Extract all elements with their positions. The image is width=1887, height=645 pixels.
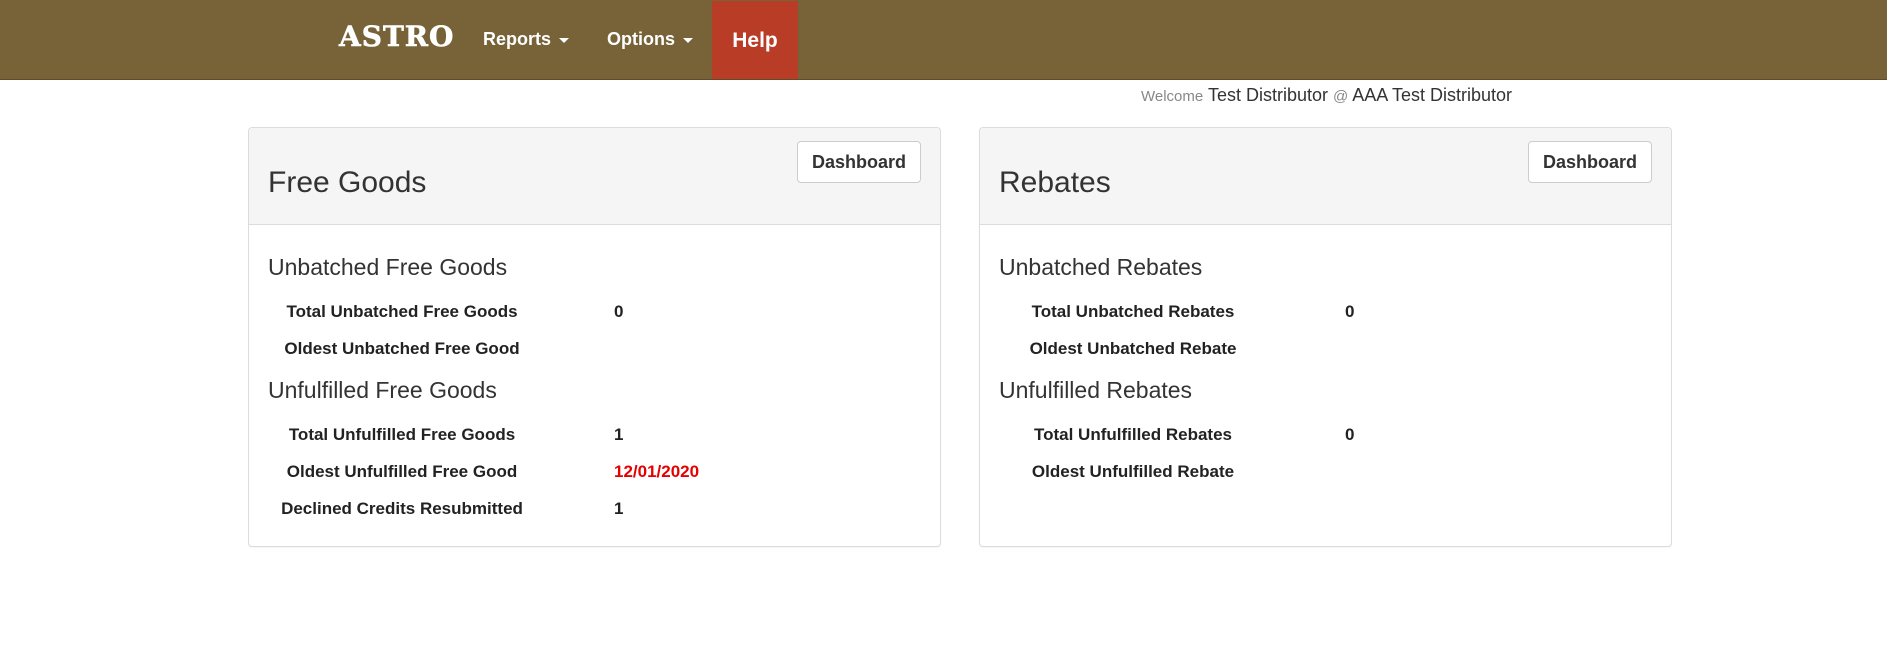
rebates-dashboard-button[interactable]: Dashboard [1528,141,1652,183]
welcome-user: Test Distributor [1207,85,1328,105]
oldest-unfulfilled-free-good-value: 12/01/2020 [614,462,700,481]
options-menu[interactable]: Options [607,0,693,79]
oldest-unfulfilled-rebate-label: Oldest Unfulfilled Rebate [1031,462,1235,481]
rebates-panel-header: Rebates Dashboard [980,128,1671,225]
welcome-line: Welcome Test Distributor @ AAA Test Dist… [1141,85,1512,106]
oldest-unbatched-free-good-label: Oldest Unbatched Free Good [284,339,520,358]
free-goods-panel-header: Free Goods Dashboard [249,128,940,225]
astro-logo[interactable]: ASTRO [339,20,454,54]
total-unfulfilled-free-goods-value: 1 [614,425,624,444]
unbatched-free-goods-heading: Unbatched Free Goods [268,254,508,280]
total-unbatched-rebates-label: Total Unbatched Rebates [1031,302,1235,321]
welcome-at: @ [1333,88,1349,105]
total-unfulfilled-rebates-label: Total Unfulfilled Rebates [1033,425,1233,444]
total-unfulfilled-rebates-value: 0 [1345,425,1355,444]
oldest-unfulfilled-free-good-label: Oldest Unfulfilled Free Good [286,462,518,481]
total-unfulfilled-free-goods-label: Total Unfulfilled Free Goods [288,425,516,444]
total-unbatched-free-goods-value: 0 [614,302,624,321]
unbatched-rebates-heading: Unbatched Rebates [999,254,1203,280]
reports-menu-label: Reports [483,29,552,49]
caret-down-icon [683,37,693,43]
total-unbatched-rebates-value: 0 [1345,302,1355,321]
free-goods-title: Free Goods [268,166,427,199]
rebates-panel: Rebates Dashboard Unbatched Rebates Tota… [979,127,1672,547]
welcome-company: AAA Test Distributor [1352,85,1512,105]
unfulfilled-free-goods-heading: Unfulfilled Free Goods [268,377,497,403]
help-label: Help [732,29,778,52]
caret-down-icon [559,37,570,43]
oldest-unbatched-rebate-label: Oldest Unbatched Rebate [1029,339,1237,358]
total-unbatched-free-goods-label: Total Unbatched Free Goods [286,302,518,321]
unfulfilled-rebates-heading: Unfulfilled Rebates [999,377,1193,403]
declined-credits-resubmitted-value: 1 [614,499,624,518]
top-navbar: ASTRO Reports Options Help [0,0,1887,80]
options-menu-label: Options [607,29,675,49]
declined-credits-resubmitted-label: Declined Credits Resubmitted [281,499,523,518]
help-button[interactable]: Help [712,1,798,79]
rebates-title: Rebates [999,166,1111,199]
reports-menu[interactable]: Reports [483,0,570,79]
free-goods-dashboard-button[interactable]: Dashboard [797,141,921,183]
welcome-prefix: Welcome [1141,88,1204,105]
free-goods-panel: Free Goods Dashboard Unbatched Free Good… [248,127,941,547]
